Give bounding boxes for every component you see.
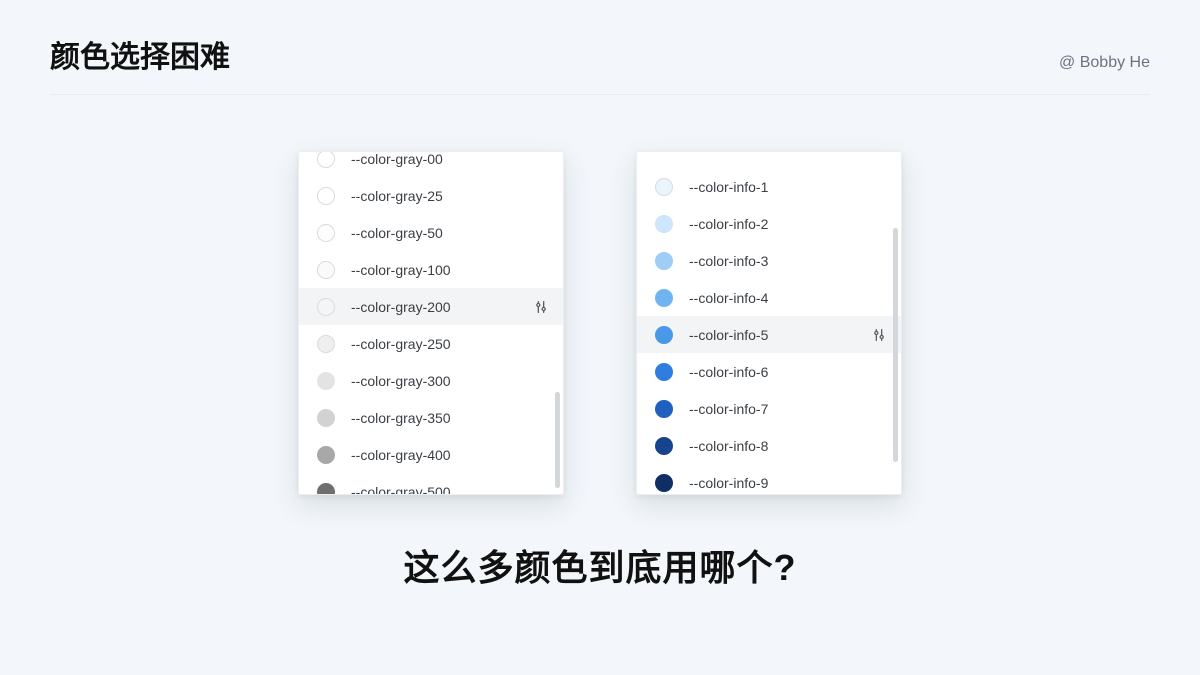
gray-color-panel: --color-gray-00 --color-gray-25 --color-gr…: [298, 151, 564, 495]
color-row[interactable]: --color-gray-400: [299, 436, 563, 473]
color-swatch: [317, 224, 335, 242]
color-token-label: --color-gray-200: [351, 299, 533, 315]
slide-header: 颜色选择困难 @ Bobby He: [0, 0, 1200, 94]
color-token-label: --color-gray-500: [351, 484, 549, 496]
panels-row: --color-gray-00 --color-gray-25 --color-gr…: [0, 151, 1200, 495]
color-token-label: --color-info-7: [689, 401, 887, 417]
color-row[interactable]: --color-info-5: [637, 316, 901, 353]
color-swatch: [317, 151, 335, 168]
color-row[interactable]: --color-info-6: [637, 353, 901, 390]
color-row[interactable]: --color-info-3: [637, 242, 901, 279]
color-swatch: [317, 483, 335, 496]
color-row[interactable]: --color-gray-500: [299, 473, 563, 495]
color-swatch: [655, 178, 673, 196]
color-swatch: [655, 289, 673, 307]
divider: [50, 94, 1150, 95]
color-token-label: --color-gray-100: [351, 262, 549, 278]
color-swatch: [317, 298, 335, 316]
color-token-label: --color-gray-400: [351, 447, 549, 463]
scrollbar[interactable]: [555, 392, 560, 488]
color-swatch: [655, 326, 673, 344]
color-token-label: --color-info-5: [689, 327, 871, 343]
color-token-label: --color-gray-350: [351, 410, 549, 426]
color-row[interactable]: --color-info-2: [637, 205, 901, 242]
color-row[interactable]: --color-info-4: [637, 279, 901, 316]
adjust-icon[interactable]: [533, 299, 549, 315]
color-row[interactable]: --color-info-1: [637, 168, 901, 205]
color-swatch: [317, 335, 335, 353]
color-swatch: [317, 372, 335, 390]
color-token-label: --color-gray-300: [351, 373, 549, 389]
color-row[interactable]: --color-info-7: [637, 390, 901, 427]
adjust-icon[interactable]: [871, 327, 887, 343]
color-row[interactable]: --color-gray-350: [299, 399, 563, 436]
color-token-label: --color-info-2: [689, 216, 887, 232]
slide-author: @ Bobby He: [1059, 54, 1150, 72]
color-swatch: [655, 474, 673, 492]
color-row[interactable]: --color-gray-300: [299, 362, 563, 399]
color-token-label: --color-info-4: [689, 290, 887, 306]
color-row[interactable]: --color-info-9: [637, 464, 901, 495]
color-token-label: --color-gray-50: [351, 225, 549, 241]
color-token-label: --color-gray-250: [351, 336, 549, 352]
color-swatch: [317, 446, 335, 464]
color-swatch: [655, 363, 673, 381]
color-swatch: [655, 400, 673, 418]
caption: 这么多颜色到底用哪个?: [0, 539, 1200, 591]
color-token-label: --color-info-6: [689, 364, 887, 380]
color-swatch: [655, 437, 673, 455]
color-token-label: --color-gray-00: [351, 151, 549, 167]
color-token-label: --color-info-9: [689, 475, 887, 491]
color-row[interactable]: --color-info-8: [637, 427, 901, 464]
color-token-label: --color-info-3: [689, 253, 887, 269]
scrollbar[interactable]: [893, 228, 898, 462]
color-swatch: [655, 252, 673, 270]
color-row[interactable]: --color-gray-50: [299, 214, 563, 251]
color-token-label: --color-gray-25: [351, 188, 549, 204]
info-color-panel: --color-info-1 --color-info-2 --color-info…: [636, 151, 902, 495]
color-row[interactable]: --color-gray-00: [299, 151, 563, 177]
slide-title: 颜色选择困难: [50, 32, 230, 76]
color-token-label: --color-info-8: [689, 438, 887, 454]
color-row[interactable]: --color-gray-250: [299, 325, 563, 362]
color-swatch: [317, 409, 335, 427]
color-row[interactable]: --color-gray-100: [299, 251, 563, 288]
color-row[interactable]: --color-gray-200: [299, 288, 563, 325]
color-token-label: --color-info-1: [689, 179, 887, 195]
color-swatch: [655, 215, 673, 233]
color-swatch: [317, 187, 335, 205]
color-row[interactable]: --color-gray-25: [299, 177, 563, 214]
color-swatch: [317, 261, 335, 279]
